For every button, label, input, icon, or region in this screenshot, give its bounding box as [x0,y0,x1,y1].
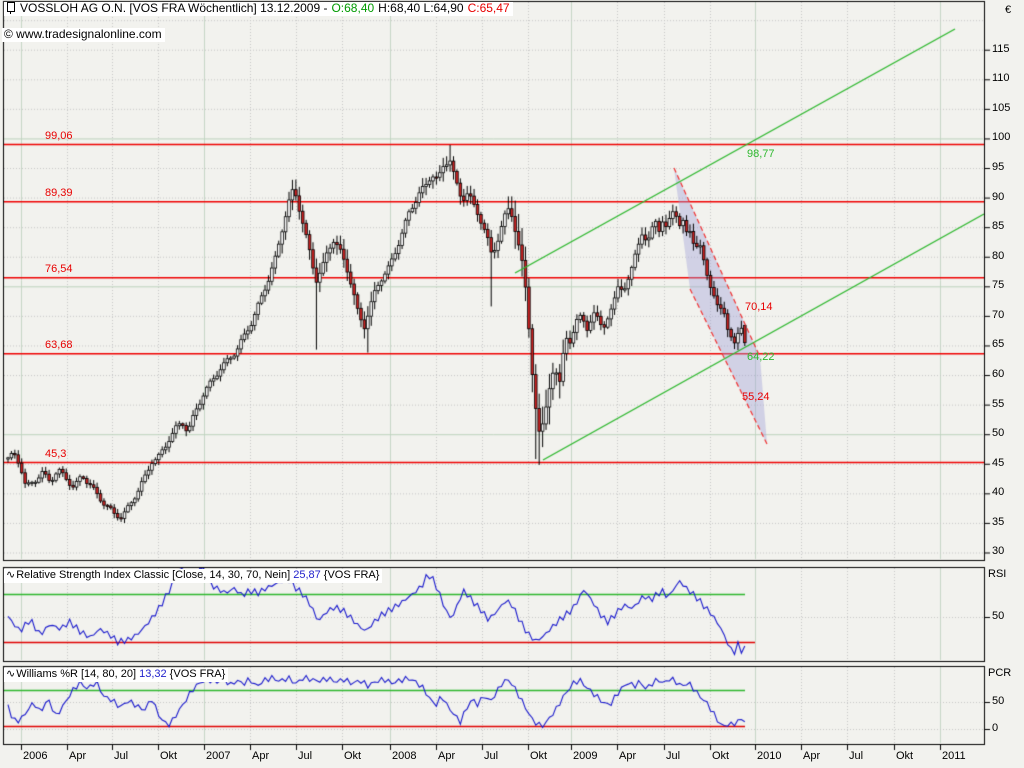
rsi-axis-name: RSI [988,568,1006,580]
price-tick-label: 75 [992,279,1004,291]
trendline-value-label: 55,24 [742,391,770,403]
price-tick-label: 80 [992,250,1004,262]
watermark-copyright: © www.tradesignalonline.com [2,28,165,42]
support-level-label: 89,39 [45,187,73,199]
date-tick-label: 2007 [206,750,230,762]
date-tick-label: Apr [619,750,636,762]
price-tick-label: 35 [992,516,1004,528]
williams-tick-label: 0 [992,722,998,734]
williams-value: 13,32 [139,668,167,680]
indicator-wave-icon: ∿ [6,668,15,680]
price-tick-label: 110 [992,72,1010,84]
price-tick-label: 95 [992,161,1004,173]
date-tick-label: 2010 [757,750,781,762]
price-tick-label: 105 [992,102,1010,114]
high-low-values: H:68,40 L:64,90 [378,2,463,15]
date-tick-label: Jul [849,750,863,762]
williams-suffix: {VOS FRA} [167,668,226,680]
date-tick-label: Okt [160,750,177,762]
trendline-value-label: 98,77 [747,148,775,160]
price-tick-label: 90 [992,191,1004,203]
instrument-title: VOSSLOH AG O.N. [VOS FRA Wöchentlich] 13… [20,2,327,15]
date-tick-label: Okt [712,750,729,762]
pin-icon[interactable] [7,2,15,12]
price-tick-label: 100 [992,131,1010,143]
date-tick-label: Okt [896,750,913,762]
chart-title-bar: VOSSLOH AG O.N. [VOS FRA Wöchentlich] 13… [4,2,513,16]
indicator-wave-icon: ∿ [6,569,15,581]
williams-tick-label: 50 [992,695,1004,707]
williams-axis-name: PCR [988,667,1011,679]
date-tick-label: Apr [252,750,269,762]
date-tick-label: Apr [69,750,86,762]
rsi-suffix: {VOS FRA} [321,569,380,581]
price-chart-canvas[interactable] [0,0,1024,768]
rsi-tick-label: 50 [992,610,1004,622]
support-level-label: 63,68 [45,339,73,351]
price-tick-label: 60 [992,368,1004,380]
rsi-name: Relative Strength Index Classic [Close, … [16,569,293,581]
date-tick-label: Apr [803,750,820,762]
support-level-label: 45,3 [45,448,66,460]
date-tick-label: 2006 [23,750,47,762]
date-tick-label: Apr [438,750,455,762]
date-tick-label: Jul [484,750,498,762]
williams-header[interactable]: ∿Williams %R [14, 80, 20] 13,32 {VOS FRA… [4,668,228,682]
williams-name: Williams %R [14, 80, 20] [16,668,139,680]
support-level-label: 76,54 [45,263,73,275]
date-tick-label: 2009 [573,750,597,762]
date-tick-label: Okt [530,750,547,762]
price-tick-label: 30 [992,545,1004,557]
price-tick-label: 40 [992,486,1004,498]
support-level-label: 99,06 [45,130,73,142]
price-tick-label: 50 [992,427,1004,439]
date-tick-label: Jul [666,750,680,762]
close-value: C:65,47 [468,2,510,15]
currency-symbol: € [1005,4,1011,16]
price-tick-label: 85 [992,220,1004,232]
date-tick-label: Okt [344,750,361,762]
price-tick-label: 115 [992,43,1010,55]
price-tick-label: 65 [992,338,1004,350]
rsi-header[interactable]: ∿Relative Strength Index Classic [Close,… [4,569,382,583]
trendline-value-label: 64,22 [747,351,775,363]
price-tick-label: 55 [992,398,1004,410]
chart-window: VOSSLOH AG O.N. [VOS FRA Wöchentlich] 13… [0,0,1024,768]
open-value: O:68,40 [331,2,374,15]
trendline-value-label: 70,14 [745,301,773,313]
price-tick-label: 45 [992,457,1004,469]
date-tick-label: Jul [298,750,312,762]
date-tick-label: Jul [114,750,128,762]
rsi-value: 25,87 [293,569,321,581]
date-tick-label: 2008 [392,750,416,762]
date-tick-label: 2011 [942,750,966,762]
price-tick-label: 70 [992,309,1004,321]
